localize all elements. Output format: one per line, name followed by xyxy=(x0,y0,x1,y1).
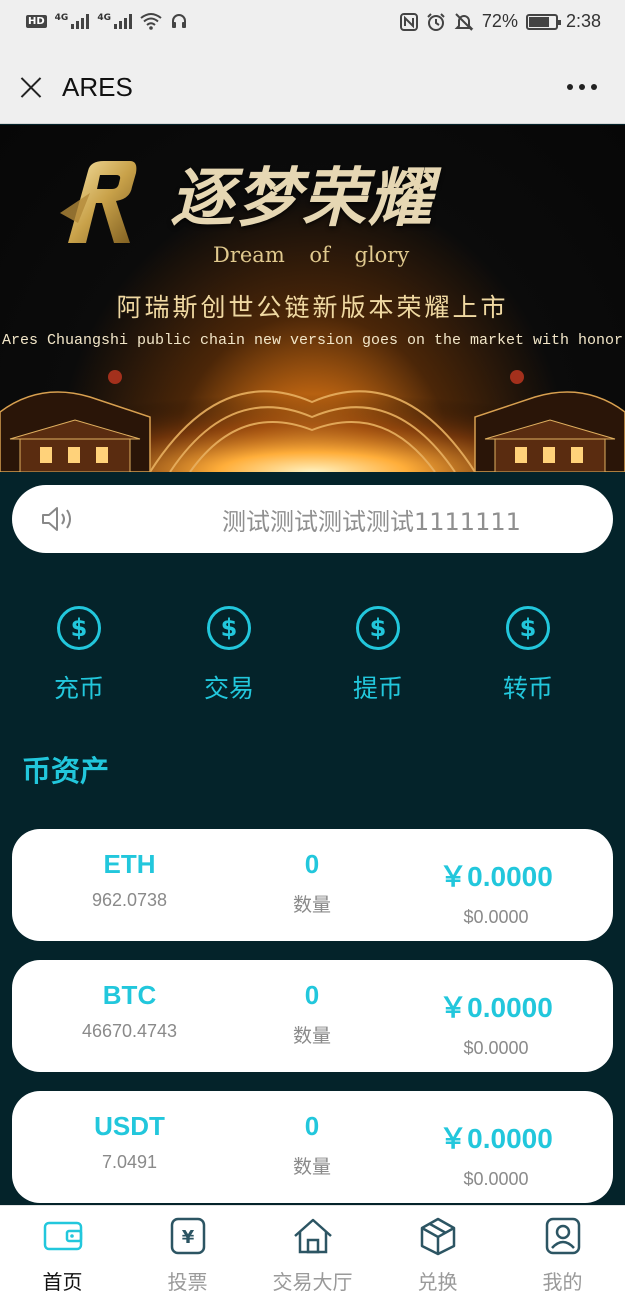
headset-icon xyxy=(171,14,186,28)
coin-quantity: 0 xyxy=(304,849,320,879)
coin-value-usd: $0.0000 xyxy=(463,907,529,927)
asset-coin-col: BTC 46670.4743 xyxy=(42,960,217,1042)
network-type-2: 4G xyxy=(97,13,111,23)
battery-percent: 72% xyxy=(481,11,518,31)
wallet-icon xyxy=(43,1221,82,1251)
action-3[interactable]: $ 转币 xyxy=(468,605,588,705)
close-icon[interactable] xyxy=(20,76,42,98)
banner-title: 逐梦荣耀 xyxy=(170,161,434,236)
more-icon[interactable] xyxy=(567,84,597,90)
action-label: 交易 xyxy=(203,674,254,703)
asset-value-col: ￥0.0000 $0.0000 xyxy=(402,960,590,1059)
asset-coin-col: USDT 7.0491 xyxy=(42,1091,217,1173)
asset-card[interactable]: ETH 962.0738 0 数量 ￥0.0000 $0.0000 xyxy=(12,829,613,941)
user-icon xyxy=(545,1217,580,1255)
svg-text:$: $ xyxy=(71,614,88,642)
signal-icon-2: 4G xyxy=(97,13,132,29)
status-right: 72% 2:38 xyxy=(399,11,601,32)
action-1[interactable]: $ 交易 xyxy=(169,605,289,705)
banner-headline-cn: 阿瑞斯创世公链新版本荣耀上市 xyxy=(116,293,509,322)
action-label: 充币 xyxy=(53,674,104,703)
exchange-cube-icon xyxy=(420,1217,455,1256)
coin-value-cny: ￥0.0000 xyxy=(439,1123,553,1154)
ticket-icon: ¥ xyxy=(170,1217,205,1255)
banner-subtitle: Dream of glory xyxy=(213,243,410,267)
asset-value-col: ￥0.0000 $0.0000 xyxy=(402,829,590,928)
coin-value-usd: $0.0000 xyxy=(463,1038,529,1058)
tab-label: 首页 xyxy=(42,1270,83,1294)
network-type-1: 4G xyxy=(54,13,69,23)
title-bar: ARES xyxy=(0,50,625,124)
svg-text:$: $ xyxy=(370,614,387,642)
bottom-tab-bar: 首页 ¥ 投票 交易大厅 兑换 我的 xyxy=(0,1205,625,1300)
dollar-coin-icon: $ xyxy=(57,606,101,650)
coin-price: 46670.4743 xyxy=(81,1021,178,1041)
section-title: 币资产 xyxy=(22,754,110,788)
tab-4[interactable]: 我的 xyxy=(500,1216,625,1295)
battery-icon xyxy=(525,13,561,30)
action-0[interactable]: $ 充币 xyxy=(19,605,139,705)
coin-quantity: 0 xyxy=(304,1111,320,1141)
dollar-coin-icon: $ xyxy=(207,606,251,650)
asset-quantity-col: 0 数量 xyxy=(257,960,367,1048)
action-label: 转币 xyxy=(502,674,553,703)
hd-badge: HD xyxy=(26,14,47,28)
tab-label: 兑换 xyxy=(417,1270,458,1294)
notice-text: 测试测试测试测试1111111 xyxy=(222,508,521,536)
tab-0[interactable]: 首页 xyxy=(0,1216,125,1295)
tab-label: 投票 xyxy=(167,1270,208,1294)
tab-label: 我的 xyxy=(542,1270,583,1294)
coin-price: 962.0738 xyxy=(91,890,168,910)
coin-value-cny: ￥0.0000 xyxy=(439,861,553,892)
clock: 2:38 xyxy=(565,11,601,31)
status-bar: HD 4G 4G 72% 2:38 xyxy=(0,0,625,50)
coin-name: USDT xyxy=(94,1111,165,1141)
asset-card[interactable]: USDT 7.0491 0 数量 ￥0.0000 $0.0000 xyxy=(12,1091,613,1203)
tab-2[interactable]: 交易大厅 xyxy=(250,1216,375,1295)
dollar-coin-icon: $ xyxy=(506,606,550,650)
mute-icon xyxy=(454,12,474,31)
asset-value-col: ￥0.0000 $0.0000 xyxy=(402,1091,590,1190)
action-label: 提币 xyxy=(352,674,403,703)
asset-quantity-col: 0 数量 xyxy=(257,1091,367,1179)
ares-logo xyxy=(60,161,137,243)
quantity-label: 数量 xyxy=(292,894,331,916)
alarm-icon xyxy=(427,12,445,31)
tab-3[interactable]: 兑换 xyxy=(375,1216,500,1295)
status-left: HD 4G 4G xyxy=(26,12,188,30)
quantity-label: 数量 xyxy=(292,1025,331,1047)
tab-label: 交易大厅 xyxy=(272,1270,353,1294)
asset-quantity-col: 0 数量 xyxy=(257,829,367,917)
notice-bar[interactable]: 测试测试测试测试1111111 xyxy=(12,485,613,553)
action-2[interactable]: $ 提币 xyxy=(318,605,438,705)
coin-name: ETH xyxy=(103,849,156,879)
coin-price: 7.0491 xyxy=(101,1152,158,1172)
page-title: ARES xyxy=(62,72,133,102)
quantity-label: 数量 xyxy=(292,1156,331,1178)
wifi-icon xyxy=(140,13,162,30)
nfc-icon xyxy=(399,12,418,31)
coin-value-cny: ￥0.0000 xyxy=(439,992,553,1023)
coin-value-usd: $0.0000 xyxy=(463,1169,529,1189)
asset-coin-col: ETH 962.0738 xyxy=(42,829,217,911)
coin-quantity: 0 xyxy=(304,980,320,1010)
signal-icon: 4G xyxy=(55,13,90,29)
palace-scene-image xyxy=(0,342,625,472)
svg-text:¥: ¥ xyxy=(181,1227,194,1248)
tab-1[interactable]: ¥ 投票 xyxy=(125,1216,250,1295)
asset-card[interactable]: BTC 46670.4743 0 数量 ￥0.0000 $0.0000 xyxy=(12,960,613,1072)
dollar-coin-icon: $ xyxy=(356,606,400,650)
svg-text:$: $ xyxy=(221,614,238,642)
promo-banner[interactable]: 逐梦荣耀 Dream of glory 阿瑞斯创世公链新版本荣耀上市 Ares … xyxy=(0,125,625,472)
svg-text:$: $ xyxy=(520,614,537,642)
coin-name: BTC xyxy=(102,980,157,1010)
house-icon xyxy=(293,1218,332,1254)
quick-actions: $ 充币 $ 交易 $ 提币 $ 转币 xyxy=(0,605,625,715)
